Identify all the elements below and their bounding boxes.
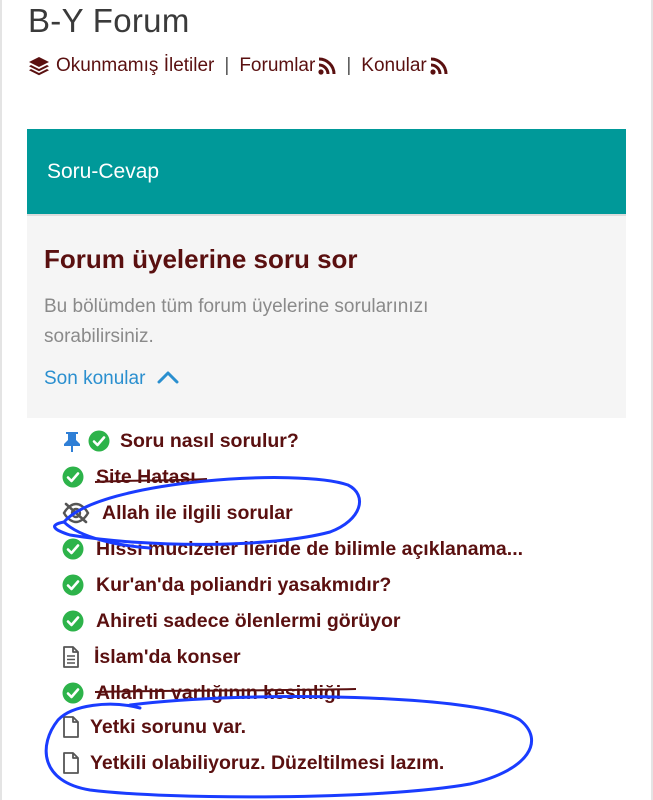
forum-box: Forum üyelerine soru sor Bu bölümden tüm… [27, 214, 626, 418]
thread-title: Kur'an'da poliandri yasakmıdır? [96, 573, 392, 596]
thread-title: Hissi mucizeler ileride de bilimle açıkl… [96, 537, 524, 560]
check-circle-icon [88, 430, 110, 452]
thread-title: Yetkili olabiliyoruz. Düzeltilmesi lazım… [90, 751, 445, 774]
eye-slash-icon [62, 502, 90, 524]
thread-title: Allah'ın varlığının kesinliği [96, 681, 342, 704]
check-circle-icon [62, 466, 84, 488]
list-item[interactable]: Allah'ın varlığının kesinliği [62, 676, 341, 710]
topics-label: Konular [361, 55, 427, 76]
rss-icon [318, 57, 336, 75]
list-item[interactable]: Ahireti sadece ölenlermi görüyor [62, 604, 401, 638]
layers-icon [28, 56, 50, 76]
recent-topics-label: Son konular [44, 368, 146, 389]
nav-separator: | [346, 55, 352, 76]
unread-posts-label: Okunmamış İletiler [56, 55, 215, 76]
thread-title: Soru nasıl sorulur? [120, 429, 299, 452]
list-item[interactable]: İslam'da konser [62, 640, 241, 674]
forum-description: Bu bölümden tüm forum üyelerine soruları… [44, 296, 429, 347]
rss-icon [430, 57, 448, 75]
document-icon [62, 752, 80, 774]
list-item[interactable]: Kur'an'da poliandri yasakmıdır? [62, 568, 391, 602]
document-icon [62, 716, 80, 738]
list-item[interactable]: Hissi mucizeler ileride de bilimle açıkl… [62, 532, 523, 566]
list-item[interactable]: Soru nasıl sorulur? [62, 424, 299, 458]
check-circle-icon [62, 682, 84, 704]
thread-title: Allah ile ilgili sorular [102, 501, 293, 524]
forum-title[interactable]: Forum üyelerine soru sor [44, 244, 358, 275]
check-circle-icon [62, 538, 84, 560]
thread-title: Yetki sorunu var. [90, 715, 247, 738]
check-circle-icon [62, 574, 84, 596]
recent-topics-toggle[interactable]: Son konular [44, 368, 179, 390]
pin-icon [62, 430, 82, 452]
forums-label: Forumlar [239, 55, 316, 76]
thread-title: Ahireti sadece ölenlermi görüyor [96, 609, 401, 632]
top-nav: Okunmamış İletiler | Forumlar | Konular [28, 55, 448, 77]
thread-title: Site Hatası [96, 465, 196, 488]
list-item[interactable]: Yetki sorunu var. [62, 710, 246, 744]
document-lines-icon [62, 646, 80, 668]
forums-feed-link[interactable]: Forumlar [239, 55, 336, 77]
site-title[interactable]: B-Y Forum [28, 2, 190, 40]
nav-separator: | [224, 55, 230, 76]
list-item[interactable]: Yetkili olabiliyoruz. Düzeltilmesi lazım… [62, 746, 444, 780]
list-item[interactable]: Allah ile ilgili sorular [62, 496, 293, 530]
category-header[interactable]: Soru-Cevap [27, 129, 626, 214]
chevron-up-icon [145, 368, 179, 390]
list-item[interactable]: Site Hatası [62, 460, 196, 494]
check-circle-icon [62, 610, 84, 632]
category-title: Soru-Cevap [47, 160, 160, 183]
unread-posts-link[interactable]: Okunmamış İletiler [28, 55, 214, 77]
thread-title: İslam'da konser [94, 645, 241, 668]
topics-feed-link[interactable]: Konular [361, 55, 448, 77]
